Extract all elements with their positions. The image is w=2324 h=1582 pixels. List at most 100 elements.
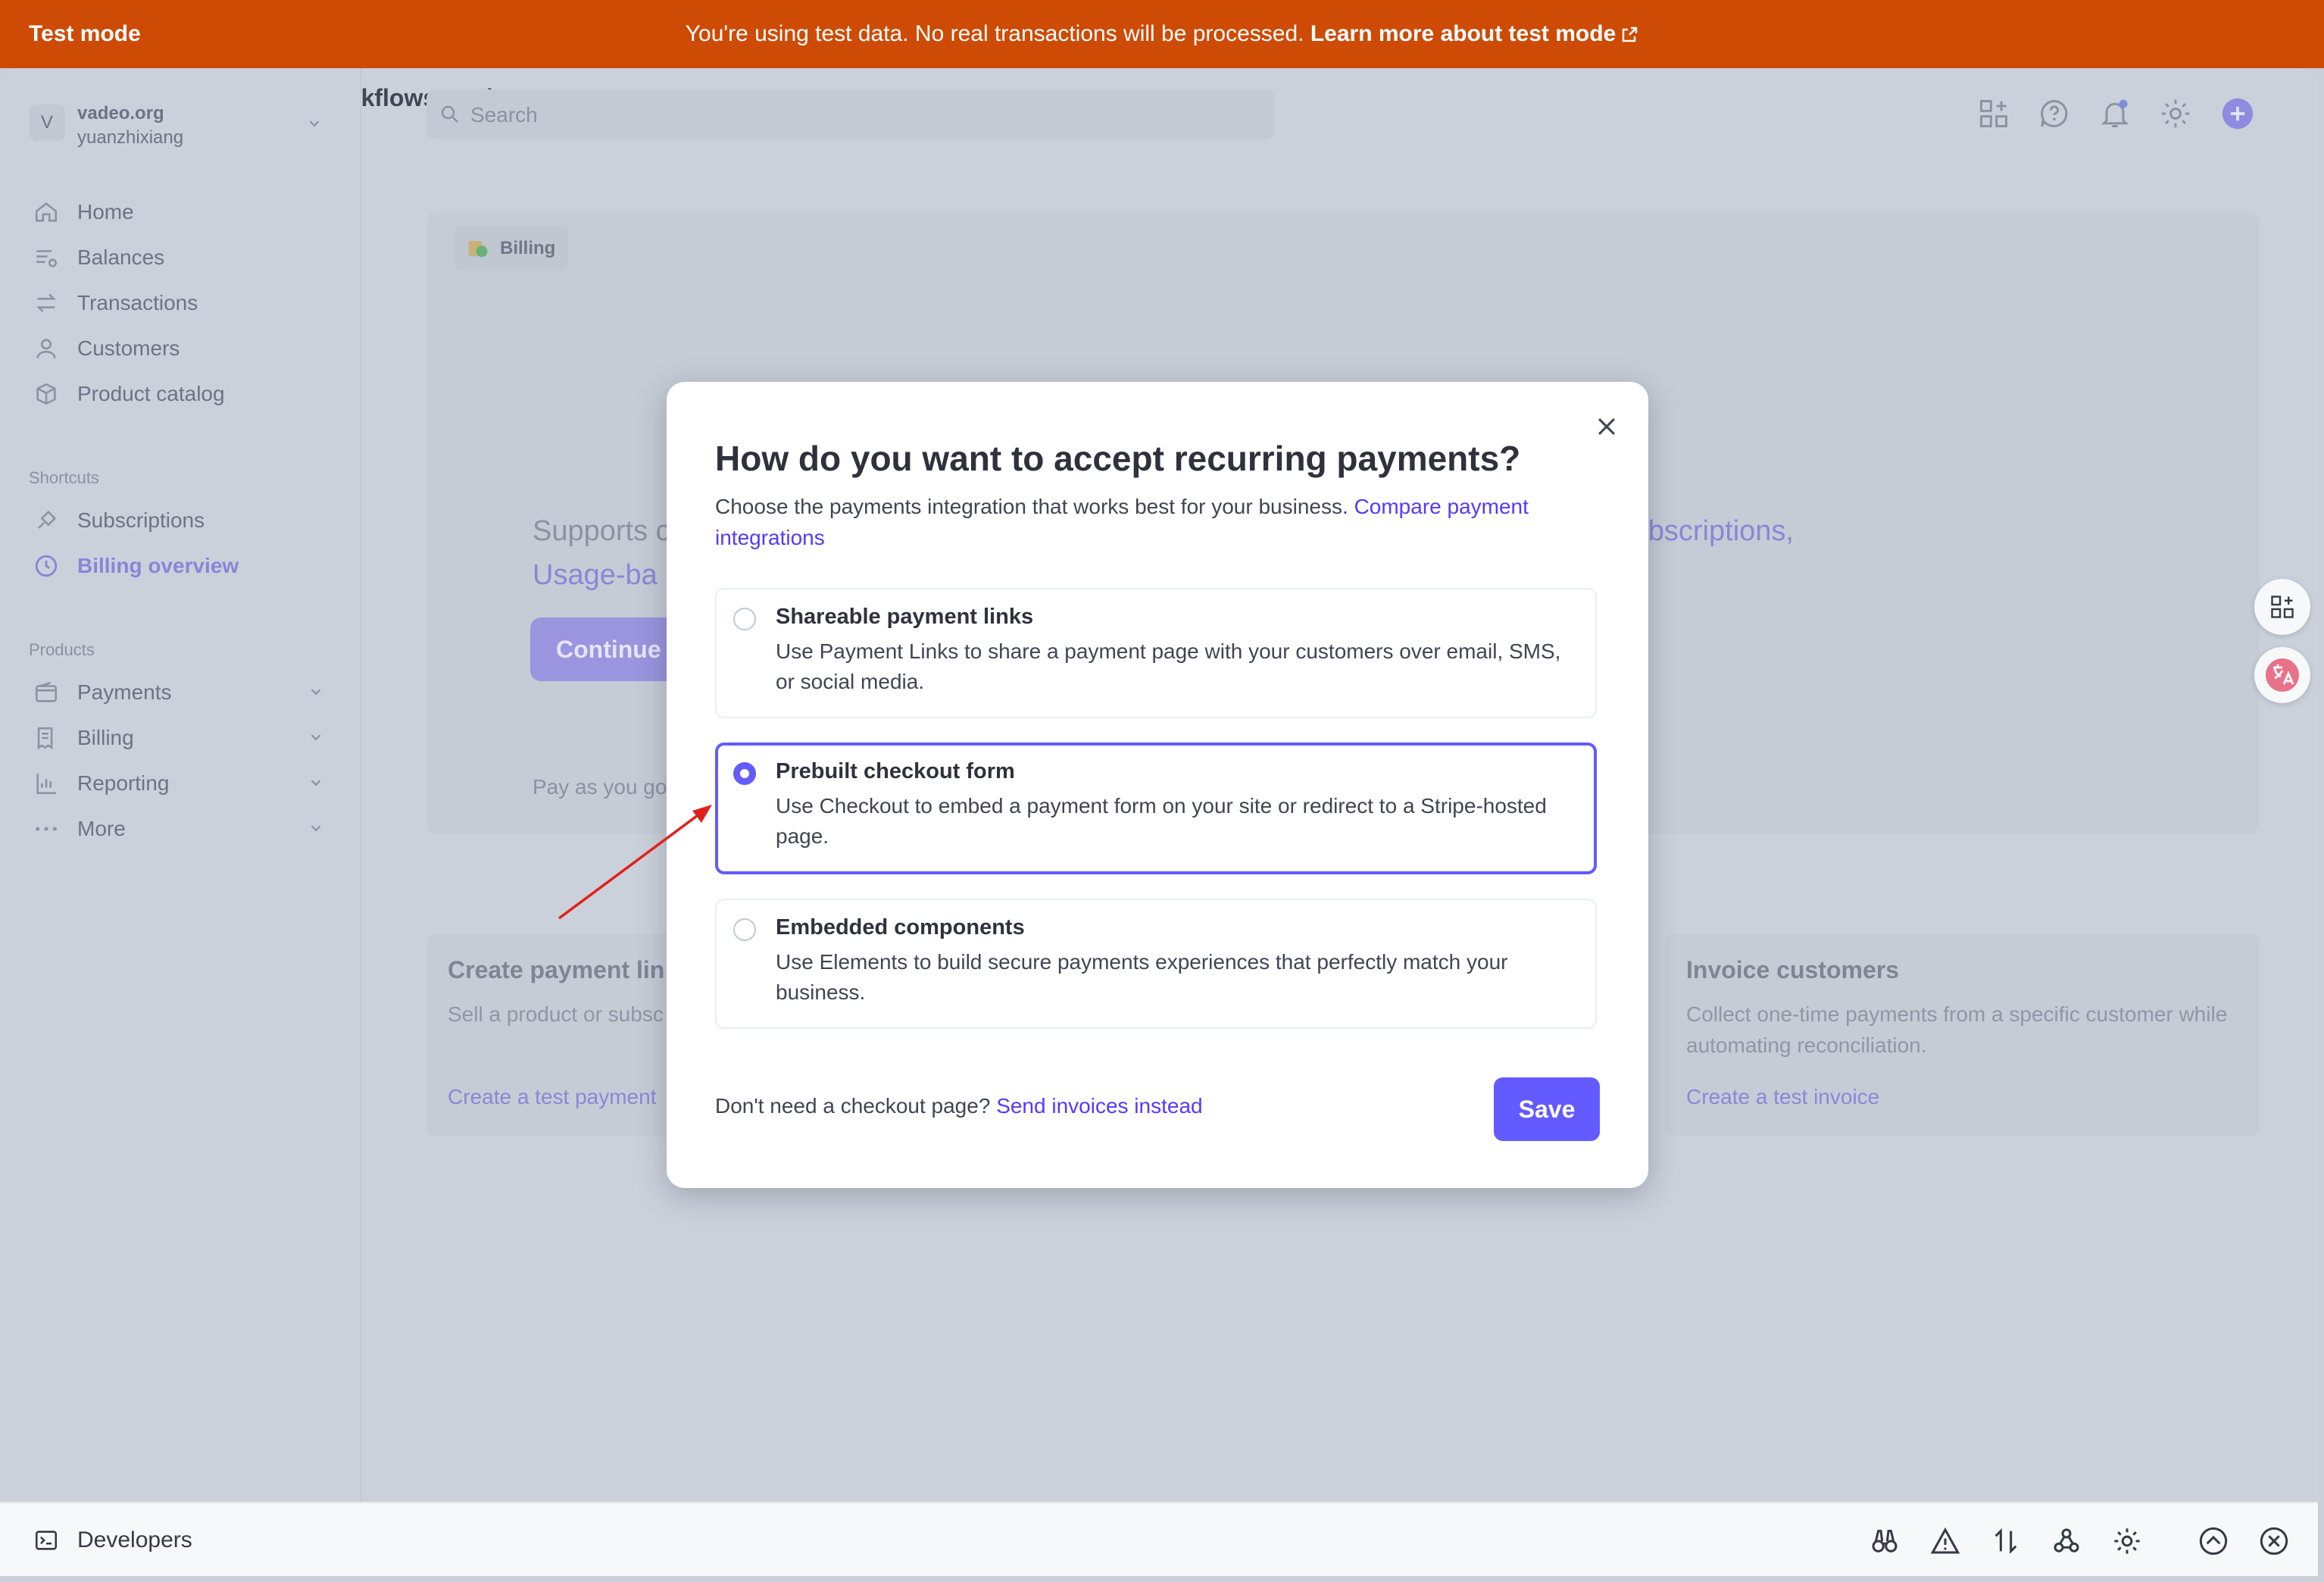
annotation-arrow bbox=[558, 805, 712, 920]
option-embedded-components[interactable]: Embedded components Use Elements to buil… bbox=[715, 899, 1597, 1029]
sidebar-item-label: Home bbox=[77, 200, 134, 224]
account-name: vadeo.org bbox=[77, 103, 164, 123]
hero-subtitle-link[interactable]: ubscriptions, bbox=[1632, 515, 1794, 547]
developers-toggle[interactable]: Developers bbox=[33, 1503, 192, 1576]
close-circle-icon[interactable] bbox=[2259, 1526, 2289, 1556]
sidebar-item-product-catalog[interactable]: Product catalog bbox=[33, 379, 225, 409]
create-plus-icon[interactable] bbox=[2221, 97, 2254, 130]
billing-product-icon bbox=[467, 237, 489, 260]
search-placeholder: Search bbox=[470, 103, 538, 127]
settings-gear-icon[interactable] bbox=[2159, 97, 2192, 130]
chevron-down-icon bbox=[308, 820, 324, 836]
transactions-icon bbox=[33, 290, 59, 316]
option-prebuilt-checkout-form[interactable]: Prebuilt checkout form Use Checkout to e… bbox=[715, 743, 1597, 874]
sidebar-item-reporting[interactable]: Reporting bbox=[33, 768, 336, 799]
create-test-payment-link[interactable]: Create a test payment bbox=[448, 1085, 656, 1109]
hero-subtitle-line2[interactable]: Usage-ba bbox=[533, 559, 658, 591]
sidebar-item-billing-overview[interactable]: Billing overview bbox=[33, 551, 239, 581]
send-invoices-link[interactable]: Send invoices instead bbox=[996, 1094, 1202, 1118]
payment-integration-modal: How do you want to accept recurring paym… bbox=[667, 382, 1648, 1188]
option-title: Shareable payment links bbox=[776, 605, 1034, 629]
sidebar-item-balances[interactable]: Balances bbox=[33, 242, 164, 273]
option-description: Use Payment Links to share a payment pag… bbox=[776, 639, 1561, 693]
test-mode-text: You're using test data. No real transact… bbox=[685, 21, 1304, 46]
account-switcher[interactable]: V vadeo.org yuanzhixiang bbox=[29, 97, 332, 152]
sidebar-item-more[interactable]: More bbox=[33, 814, 336, 844]
account-avatar: V bbox=[29, 105, 65, 141]
billing-chip: Billing bbox=[454, 226, 570, 271]
sidebar-item-customers[interactable]: Customers bbox=[33, 333, 180, 364]
terminal-icon bbox=[33, 1527, 59, 1553]
search-input[interactable]: Search bbox=[426, 89, 1275, 139]
chevron-down-icon bbox=[308, 774, 324, 791]
option-description: Use Elements to build secure payments ex… bbox=[776, 950, 1508, 1004]
sidebar-item-payments[interactable]: Payments bbox=[33, 677, 336, 708]
shortcuts-section-label: Shortcuts bbox=[29, 468, 99, 487]
modal-footer-text: Don't need a checkout page? Send invoice… bbox=[715, 1094, 1203, 1118]
card-title: Create payment lin bbox=[448, 956, 665, 983]
home-icon bbox=[33, 199, 59, 225]
sidebar-item-label: Reporting bbox=[77, 771, 170, 795]
sidebar-divider[interactable] bbox=[360, 68, 361, 1502]
sidebar-item-label: Customers bbox=[77, 336, 180, 360]
floating-apps-button[interactable] bbox=[2254, 579, 2310, 635]
sidebar-item-home[interactable]: Home bbox=[33, 197, 134, 227]
test-mode-message: You're using test data. No real transact… bbox=[0, 0, 2324, 68]
notifications-icon[interactable] bbox=[2098, 97, 2132, 130]
sidebar-item-label: Payments bbox=[77, 680, 172, 704]
learn-more-link[interactable]: Learn more about test mode bbox=[1310, 21, 1616, 46]
card-description: Collect one-time payments from a specifi… bbox=[1686, 1002, 2228, 1057]
sidebar-item-label: More bbox=[77, 817, 126, 840]
floating-translate-button[interactable] bbox=[2254, 647, 2310, 703]
sidebar-item-transactions[interactable]: Transactions bbox=[33, 288, 198, 318]
apps-icon bbox=[2269, 593, 2296, 621]
radio-button[interactable] bbox=[733, 918, 756, 941]
option-title: Embedded components bbox=[776, 915, 1025, 940]
hero-subtitle-start: Supports c bbox=[533, 515, 670, 547]
billing-chip-label: Billing bbox=[500, 238, 556, 258]
developers-bar: Developers bbox=[0, 1502, 2318, 1576]
chevron-down-icon bbox=[306, 115, 323, 132]
sidebar: V vadeo.org yuanzhixiang Home Balances T… bbox=[0, 68, 360, 1502]
modal-intro-text: Choose the payments integration that wor… bbox=[715, 495, 1348, 518]
test-mode-banner: Test mode You're using test data. No rea… bbox=[0, 0, 2324, 68]
radio-button-selected[interactable] bbox=[733, 762, 756, 785]
external-link-icon bbox=[1620, 26, 1638, 44]
customers-icon bbox=[33, 336, 59, 361]
sidebar-item-billing[interactable]: Billing bbox=[33, 723, 336, 753]
clock-icon bbox=[33, 553, 59, 579]
chart-icon bbox=[33, 771, 59, 796]
sidebar-item-label: Product catalog bbox=[77, 382, 225, 405]
chevron-down-icon bbox=[308, 683, 324, 700]
footer-question: Don't need a checkout page? bbox=[715, 1094, 991, 1118]
help-icon[interactable] bbox=[2038, 97, 2071, 130]
modal-intro: Choose the payments integration that wor… bbox=[715, 491, 1586, 553]
apps-icon[interactable] bbox=[1977, 97, 2010, 130]
create-test-invoice-link[interactable]: Create a test invoice bbox=[1686, 1085, 1879, 1109]
option-shareable-payment-links[interactable]: Shareable payment links Use Payment Link… bbox=[715, 588, 1597, 718]
card-title: Invoice customers bbox=[1686, 956, 1899, 983]
translate-icon bbox=[2264, 657, 2301, 693]
sidebar-item-label: Transactions bbox=[77, 291, 198, 314]
modal-title: How do you want to accept recurring paym… bbox=[715, 439, 1521, 478]
chevron-down-icon bbox=[308, 729, 324, 746]
close-icon[interactable] bbox=[1594, 414, 1620, 439]
radio-button[interactable] bbox=[733, 608, 756, 630]
subscriptions-icon bbox=[33, 508, 59, 533]
sort-arrows-icon[interactable] bbox=[1991, 1526, 2021, 1556]
binoculars-icon[interactable] bbox=[1870, 1526, 1900, 1556]
sidebar-item-label: Billing bbox=[77, 726, 134, 749]
search-icon bbox=[439, 103, 461, 126]
sidebar-item-label: Subscriptions bbox=[77, 508, 205, 532]
more-icon bbox=[33, 816, 59, 842]
save-button[interactable]: Save bbox=[1494, 1077, 1600, 1141]
invoice-customers-card: Invoice customers Collect one-time payme… bbox=[1665, 933, 2260, 1136]
developers-label: Developers bbox=[77, 1527, 192, 1552]
sidebar-item-subscriptions[interactable]: Subscriptions bbox=[33, 505, 205, 536]
invoice-icon bbox=[33, 725, 59, 751]
gear-icon[interactable] bbox=[2112, 1526, 2142, 1556]
balances-icon bbox=[33, 245, 59, 270]
warning-icon[interactable] bbox=[1930, 1526, 1960, 1556]
webhooks-icon[interactable] bbox=[2051, 1526, 2082, 1556]
chevron-up-circle-icon[interactable] bbox=[2198, 1526, 2229, 1556]
